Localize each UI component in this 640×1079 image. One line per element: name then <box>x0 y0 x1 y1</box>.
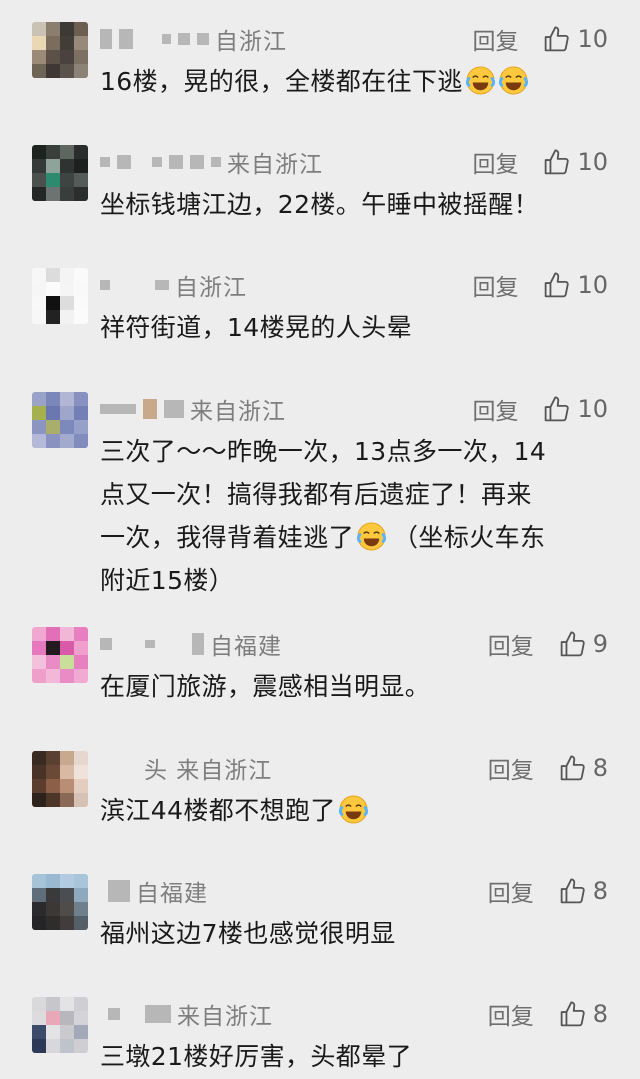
masked-username[interactable] <box>100 1005 171 1023</box>
avatar[interactable] <box>32 874 88 930</box>
like-button[interactable]: 10 <box>542 25 608 54</box>
reply-button[interactable]: 回复 <box>472 22 518 56</box>
reply-button[interactable]: 回复 <box>472 145 518 179</box>
like-button[interactable]: 8 <box>558 1000 608 1029</box>
comment-location: 来自浙江 <box>190 399 286 425</box>
thumbs-up-icon <box>545 149 570 174</box>
comment-text: 在厦门旅游，震感相当明显。 <box>100 672 431 701</box>
like-count: 10 <box>577 271 608 299</box>
comment-text: 祥符街道，14楼晃的人头晕 <box>100 313 413 342</box>
like-count: 10 <box>577 395 608 423</box>
thumbs-up-icon <box>545 26 570 51</box>
like-button[interactable]: 10 <box>542 148 608 177</box>
laughing-crying-emoji <box>465 66 495 95</box>
reply-button[interactable]: 回复 <box>472 268 518 302</box>
laughing-crying-emoji <box>356 522 387 551</box>
comment-text: 滨江44楼都不想跑了 <box>100 789 608 832</box>
avatar[interactable] <box>32 997 88 1053</box>
comment-text: 坐标钱塘江边，22楼。午睡中被摇醒！ <box>100 190 540 219</box>
comment-location: 来自浙江 <box>227 152 323 178</box>
like-count: 9 <box>592 630 608 658</box>
reply-button[interactable]: 回复 <box>488 627 534 661</box>
like-count: 8 <box>592 1000 608 1028</box>
masked-username[interactable] <box>100 29 209 49</box>
thumbs-up-icon <box>545 396 570 421</box>
avatar[interactable] <box>32 751 88 807</box>
masked-username[interactable] <box>100 767 144 769</box>
masked-username[interactable] <box>100 280 169 290</box>
comment-location: 自福建 <box>136 881 208 907</box>
like-button[interactable]: 9 <box>558 630 608 659</box>
comment-location: 自浙江 <box>215 29 287 55</box>
comment-location: 自福建 <box>210 634 282 660</box>
comment-text: 三墩21楼好厉害，头都晕了 <box>100 1042 413 1071</box>
comment-text: 三次了～～昨晚一次，13点多一次，14 点又一次！搞得我都有后遗症了！再来 一次… <box>100 437 547 595</box>
comment-list: 自浙江 回复 10 16楼，晃的很，全楼都在往下逃 来自浙江 回复 10 坐标钱… <box>0 0 640 1079</box>
comment-location: 自浙江 <box>175 275 247 301</box>
thumbs-up-icon <box>560 631 585 656</box>
thumbs-up-icon <box>560 878 585 903</box>
laughing-crying-emoji <box>338 795 368 824</box>
reply-button[interactable]: 回复 <box>488 751 534 785</box>
thumbs-up-icon <box>560 1001 585 1026</box>
like-button[interactable]: 8 <box>558 877 608 906</box>
like-button[interactable]: 10 <box>542 395 608 424</box>
thumbs-up-icon <box>560 755 585 780</box>
masked-username[interactable] <box>100 633 204 655</box>
thumbs-up-icon <box>545 272 570 297</box>
comment-location: 来自浙江 <box>177 1004 273 1030</box>
like-count: 10 <box>577 25 608 53</box>
comment-text: 16楼，晃的很，全楼都在往下逃 <box>100 60 608 103</box>
avatar[interactable] <box>32 392 88 448</box>
reply-button[interactable]: 回复 <box>488 874 534 908</box>
like-button[interactable]: 10 <box>542 271 608 300</box>
like-count: 10 <box>577 148 608 176</box>
reply-button[interactable]: 回复 <box>472 392 518 426</box>
like-count: 8 <box>592 754 608 782</box>
like-button[interactable]: 8 <box>558 754 608 783</box>
avatar[interactable] <box>32 22 88 78</box>
masked-username[interactable] <box>100 399 184 419</box>
avatar[interactable] <box>32 268 88 324</box>
laughing-crying-emoji <box>498 66 528 95</box>
masked-username[interactable] <box>100 880 130 902</box>
avatar[interactable] <box>32 627 88 683</box>
like-count: 8 <box>592 877 608 905</box>
reply-button[interactable]: 回复 <box>488 997 534 1031</box>
masked-username[interactable] <box>100 155 221 169</box>
comment-location: 头 来自浙江 <box>144 758 273 784</box>
comment-text: 福州这边7楼也感觉很明显 <box>100 919 396 948</box>
avatar[interactable] <box>32 145 88 201</box>
